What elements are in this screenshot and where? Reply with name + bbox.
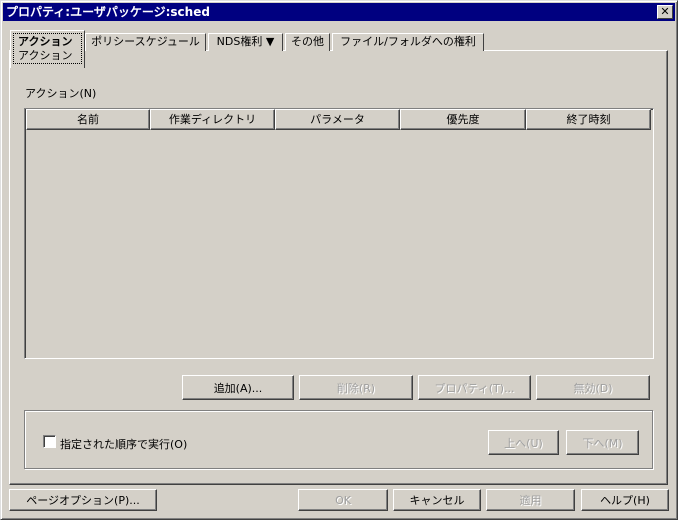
apply-button[interactable]: 適用 [486, 489, 575, 511]
tab-nds-rights[interactable]: NDS権利 ▼ [208, 33, 283, 51]
column-header-parameters[interactable]: パラメータ [275, 109, 400, 130]
column-header-end-time[interactable]: 終了時刻 [526, 109, 651, 130]
actions-list[interactable]: 名前 作業ディレクトリ パラメータ 優先度 終了時刻 [24, 108, 654, 359]
tab-label: その他 [291, 35, 324, 48]
run-in-order-checkbox[interactable] [43, 435, 56, 448]
delete-button[interactable]: 削除(R) [299, 375, 413, 400]
page-options-button[interactable]: ページオプション(P)... [9, 489, 157, 511]
disable-button[interactable]: 無効(D) [536, 375, 650, 400]
column-header-priority[interactable]: 優先度 [400, 109, 526, 130]
ok-button[interactable]: OK [298, 489, 388, 511]
tab-sublabel: アクション [18, 49, 73, 62]
close-icon: ✕ [660, 5, 670, 18]
close-button[interactable]: ✕ [657, 5, 673, 19]
move-up-button[interactable]: 上へ(U) [488, 430, 559, 455]
actions-label: アクション(N) [25, 87, 97, 100]
properties-button[interactable]: プロパティ(T)... [418, 375, 531, 400]
column-header-working-dir[interactable]: 作業ディレクトリ [150, 109, 275, 130]
add-button[interactable]: 追加(A)... [182, 375, 294, 400]
title-bar: プロパティ:ユーザパッケージ:sched [3, 3, 675, 21]
tab-label: アクション [18, 35, 73, 48]
tab-actions[interactable]: アクション アクション [10, 30, 85, 68]
tab-label: NDS権利 ▼ [216, 35, 275, 48]
tab-label: ファイル/フォルダへの権利 [340, 35, 476, 48]
tab-label: ポリシースケジュール [91, 35, 200, 48]
run-in-order-label[interactable]: 指定された順序で実行(O) [60, 436, 187, 452]
column-header-name[interactable]: 名前 [26, 109, 150, 130]
cancel-button[interactable]: キャンセル [393, 489, 481, 511]
tab-other[interactable]: その他 [285, 33, 330, 51]
move-down-button[interactable]: 下へ(M) [566, 430, 639, 455]
window-title: プロパティ:ユーザパッケージ:sched [6, 5, 210, 19]
tab-policy-schedule[interactable]: ポリシースケジュール [85, 33, 206, 51]
tab-file-folder-rights[interactable]: ファイル/フォルダへの権利 [332, 33, 484, 51]
help-button[interactable]: ヘルプ(H) [581, 489, 669, 511]
